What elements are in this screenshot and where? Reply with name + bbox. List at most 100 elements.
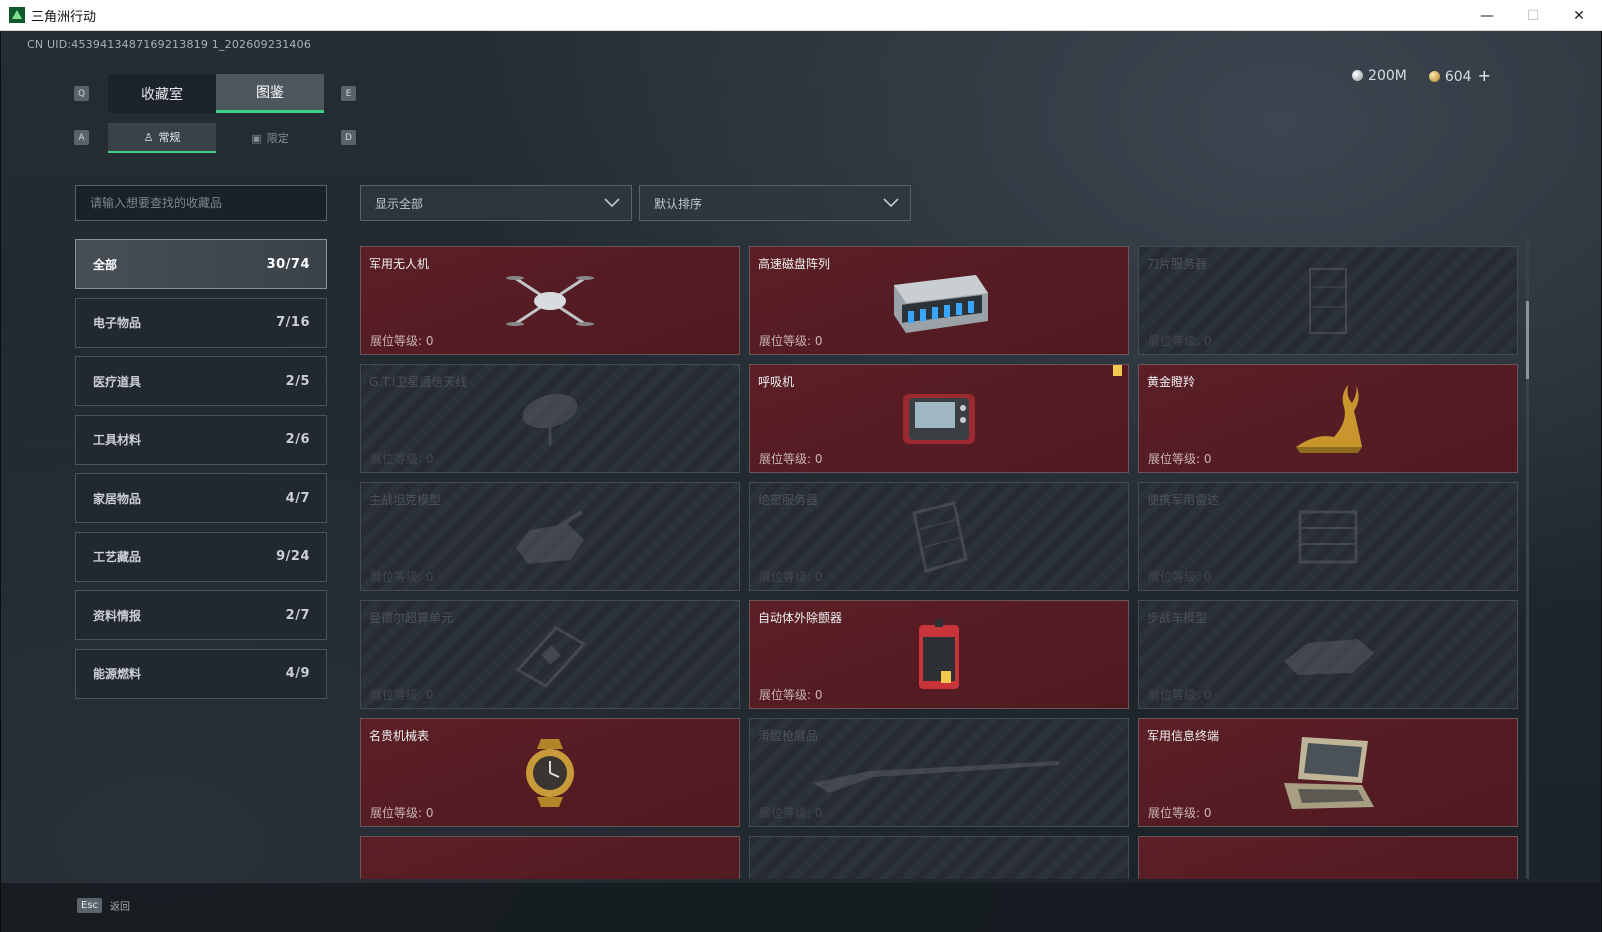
item-card[interactable]: 高速磁盘阵列 展位等级: 0 — [749, 246, 1129, 355]
uid-label: CN UID:4539413487169213819 1_20260923140… — [27, 38, 312, 51]
window-titlebar: 三角洲行动 — ☐ ✕ — [0, 0, 1602, 31]
maximize-button[interactable]: ☐ — [1510, 0, 1556, 31]
item-level: 展位等级: 0 — [370, 334, 434, 348]
server-icon — [912, 500, 968, 573]
silver-amount: 200M — [1368, 67, 1407, 84]
item-level: 展位等级: 0 — [370, 452, 434, 466]
close-button[interactable]: ✕ — [1556, 0, 1602, 31]
item-name: 曼德尔超算单元 — [369, 611, 454, 625]
key-hint-e: E — [341, 86, 356, 101]
category-label: 能源燃料 — [93, 667, 142, 681]
item-level: 展位等级: 0 — [1148, 570, 1212, 584]
item-level: 展位等级: 0 — [1148, 334, 1212, 348]
key-hint-a: A — [74, 130, 89, 145]
category-tools[interactable]: 工具材料 2/6 — [75, 414, 327, 465]
subtab-limited-label: 限定 — [266, 132, 289, 145]
key-hint-d: D — [341, 130, 356, 145]
item-card[interactable]: 绝密服务器 展位等级: 0 — [749, 482, 1129, 591]
subtab-limited[interactable]: ▣ 限定 — [216, 123, 324, 153]
item-name: 呼吸机 — [758, 375, 795, 389]
item-name: 黄金瞪羚 — [1147, 375, 1196, 389]
item-card[interactable]: 步战车模型 展位等级: 0 — [1138, 600, 1518, 709]
item-card[interactable]: 自动体外除颤器 展位等级: 0 — [749, 600, 1129, 709]
window-controls: — ☐ ✕ — [1464, 0, 1602, 31]
silver-coin-icon — [1352, 69, 1364, 81]
back-button[interactable]: Esc 返回 — [77, 898, 130, 913]
radar-icon — [1298, 510, 1358, 563]
subtab-regular[interactable]: ♙ 常规 — [108, 123, 216, 153]
item-level: 展位等级: 0 — [370, 806, 434, 820]
chevron-down-icon — [883, 198, 899, 208]
category-label: 电子物品 — [93, 316, 142, 330]
window-title: 三角洲行动 — [31, 9, 97, 25]
item-level: 展位等级: 0 — [1148, 806, 1212, 820]
item-name: 高速磁盘阵列 — [758, 257, 831, 271]
item-card[interactable]: 呼吸机 展位等级: 0 — [749, 364, 1129, 473]
item-card[interactable]: 黄金瞪羚 展位等级: 0 — [1138, 364, 1518, 473]
item-name: 自动体外除颤器 — [758, 611, 843, 625]
category-electronics[interactable]: 电子物品 7/16 — [75, 297, 327, 348]
category-count: 2/6 — [285, 432, 310, 447]
category-count: 4/9 — [285, 666, 310, 681]
item-card[interactable]: G.T.I卫星通信天线 展位等级: 0 — [360, 364, 740, 473]
satellite-dish-icon — [522, 393, 578, 445]
item-card[interactable]: 主战坦克模型 展位等级: 0 — [360, 482, 740, 591]
item-name: 滑膛枪展品 — [758, 729, 819, 743]
defibrillator-icon — [919, 618, 959, 689]
item-card[interactable]: 曼德尔超算单元 展位等级: 0 — [360, 600, 740, 709]
category-crafts[interactable]: 工艺藏品 9/24 — [75, 531, 327, 582]
minimize-button[interactable]: — — [1464, 0, 1510, 31]
search-input[interactable] — [75, 185, 327, 221]
category-energy[interactable]: 能源燃料 4/9 — [75, 648, 327, 699]
item-name: 军用信息终端 — [1147, 729, 1220, 743]
item-card-partial[interactable] — [360, 836, 740, 879]
filter-dropdown-value: 显示全部 — [375, 196, 424, 211]
filter-dropdown[interactable]: 显示全部 — [360, 185, 632, 221]
item-name: G.T.I卫星通信天线 — [369, 375, 468, 389]
category-count: 9/24 — [276, 549, 310, 564]
category-label: 工艺藏品 — [93, 550, 142, 564]
category-label: 工具材料 — [93, 433, 142, 447]
item-level: 展位等级: 0 — [370, 570, 434, 584]
category-household[interactable]: 家居物品 4/7 — [75, 473, 327, 523]
item-name: 军用无人机 — [369, 257, 430, 271]
add-currency-button[interactable]: + — [1478, 66, 1491, 85]
category-medical[interactable]: 医疗道具 2/5 — [75, 356, 327, 406]
category-intel[interactable]: 资料情报 2/7 — [75, 590, 327, 640]
item-name: 绝密服务器 — [758, 493, 819, 507]
item-level: 展位等级: 0 — [370, 688, 434, 702]
category-count: 7/16 — [276, 315, 310, 330]
bottom-bar: Esc 返回 — [1, 883, 1601, 932]
scrollbar-thumb[interactable] — [1526, 301, 1529, 379]
gold-gazelle-icon — [1296, 384, 1362, 453]
back-label: 返回 — [110, 902, 131, 913]
tab-collection-room[interactable]: 收藏室 — [108, 74, 216, 113]
item-card[interactable]: 名贵机械表 展位等级: 0 — [360, 718, 740, 827]
item-name: 主战坦克模型 — [369, 493, 442, 507]
tank-model-icon — [516, 509, 584, 564]
category-label: 家居物品 — [93, 491, 142, 506]
category-label: 资料情报 — [93, 608, 142, 623]
game-screen: CN UID:4539413487169213819 1_20260923140… — [0, 31, 1602, 932]
item-name: 名贵机械表 — [369, 729, 430, 743]
sort-dropdown[interactable]: 默认排序 — [639, 185, 911, 221]
category-all[interactable]: 全部 30/74 — [75, 239, 327, 289]
terminal-icon — [1284, 736, 1374, 809]
item-name: 便携军用雷达 — [1147, 493, 1220, 507]
subtab-regular-label: 常规 — [158, 131, 181, 144]
item-card-partial[interactable] — [1138, 836, 1518, 879]
grid-scrollbar[interactable] — [1526, 239, 1529, 879]
item-card[interactable]: 刀片服务器 展位等级: 0 — [1138, 246, 1518, 355]
item-card[interactable]: 滑膛枪展品 展位等级: 0 — [749, 718, 1129, 827]
item-name: 刀片服务器 — [1147, 257, 1208, 271]
item-level: 展位等级: 0 — [759, 806, 823, 820]
item-card[interactable]: 军用无人机 展位等级: 0 — [360, 246, 740, 355]
item-card[interactable]: 军用信息终端 展位等级: 0 — [1138, 718, 1518, 827]
item-level: 展位等级: 0 — [759, 688, 823, 702]
category-label: 全部 — [93, 257, 118, 272]
item-card[interactable]: 便携军用雷达 展位等级: 0 — [1138, 482, 1518, 591]
item-card-partial[interactable] — [749, 836, 1129, 879]
tab-catalog[interactable]: 图鉴 — [216, 74, 324, 113]
item-level: 展位等级: 0 — [759, 570, 823, 584]
category-list: 全部 30/74 电子物品 7/16 医疗道具 2/5 工具材料 2/6 家居物品 4/7… — [75, 239, 327, 707]
